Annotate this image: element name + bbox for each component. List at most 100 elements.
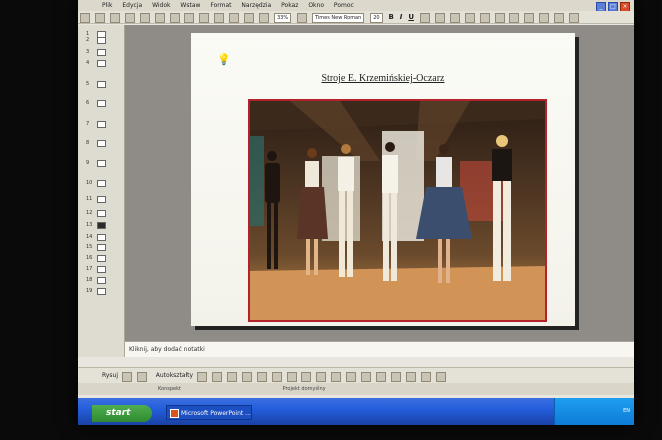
cut-icon[interactable] — [169, 13, 180, 23]
oval-icon[interactable] — [241, 372, 252, 382]
undo-icon[interactable] — [214, 13, 225, 23]
slide-thumbnail-icon[interactable] — [97, 210, 106, 217]
arrow-icon[interactable] — [211, 372, 222, 382]
slide-canvas[interactable]: 💡 Stroje E. Krzemińskiej-Oczarz — [191, 33, 575, 326]
slide-thumbnail-icon[interactable] — [97, 255, 106, 262]
language-indicator[interactable]: EN — [623, 408, 630, 414]
italic-button[interactable]: I — [400, 13, 403, 22]
bullets-icon[interactable] — [494, 13, 505, 23]
menu-insert[interactable]: Wstaw — [180, 2, 200, 9]
shadow-style-icon[interactable] — [420, 372, 431, 382]
bold-button[interactable]: B — [389, 13, 394, 22]
copy-icon[interactable] — [184, 13, 195, 23]
paste-icon[interactable] — [199, 13, 210, 23]
slide-number: 14 — [86, 234, 93, 240]
align-left-icon[interactable] — [434, 13, 445, 23]
zoom-select[interactable]: 33% — [273, 13, 292, 23]
menu-format[interactable]: Format — [210, 2, 231, 9]
slide-thumbnail-icon[interactable] — [97, 277, 106, 284]
slide-thumbnail-icon[interactable] — [97, 121, 106, 128]
fashion-show-photo[interactable] — [248, 99, 547, 322]
slide-thumbnail-icon[interactable] — [97, 49, 106, 56]
slide-number: 2 — [86, 37, 90, 43]
photo-scene — [250, 101, 545, 320]
spellcheck-icon[interactable] — [154, 13, 165, 23]
menu-slideshow[interactable]: Pokaz — [281, 2, 298, 9]
menu-file[interactable]: Plik — [102, 2, 112, 9]
clipart-icon[interactable] — [301, 372, 312, 382]
save-icon[interactable] — [109, 13, 120, 23]
slide-title[interactable]: Stroje E. Krzemińskiej-Oczarz — [191, 73, 575, 84]
picture-icon[interactable] — [316, 372, 327, 382]
start-button[interactable]: start — [92, 405, 152, 422]
slide-number: 8 — [86, 140, 90, 146]
taskbar-item-powerpoint[interactable]: Microsoft PowerPoint ... — [166, 405, 252, 420]
chart-icon[interactable] — [244, 13, 255, 23]
slide-thumbnail-icon[interactable] — [97, 160, 106, 167]
slide-thumbnail-icon[interactable] — [97, 81, 106, 88]
slide-thumbnail-icon[interactable] — [97, 140, 106, 147]
formatting-toolbar: 33% Times New Roman 20 B I U — [78, 11, 634, 24]
design-icon[interactable] — [554, 13, 565, 23]
shadow-icon[interactable] — [419, 13, 430, 23]
align-right-icon[interactable] — [464, 13, 475, 23]
help-icon[interactable] — [297, 13, 308, 23]
line-style-icon[interactable] — [376, 372, 387, 382]
align-center-icon[interactable] — [449, 13, 460, 23]
font-size-select[interactable]: 20 — [370, 13, 383, 23]
outline-tab[interactable]: Konspekt — [158, 386, 181, 392]
textbox-icon[interactable] — [256, 372, 267, 382]
line-color-icon[interactable] — [346, 372, 357, 382]
new-icon[interactable] — [80, 13, 90, 23]
increase-font-icon[interactable] — [509, 13, 520, 23]
slide-thumbnail-icon[interactable] — [97, 266, 106, 273]
slide-thumbnail-icon[interactable] — [97, 196, 106, 203]
draw-menu[interactable]: Rysuj — [102, 372, 118, 379]
slide-number: 16 — [86, 255, 93, 261]
autoshapes-menu[interactable]: Autokształty — [156, 372, 193, 379]
underline-button[interactable]: U — [408, 13, 414, 22]
print-icon[interactable] — [124, 13, 135, 23]
table-icon[interactable] — [259, 13, 270, 23]
slide-thumbnail-icon[interactable] — [97, 234, 106, 241]
select-pointer-icon[interactable] — [121, 372, 132, 382]
slide-thumbnail-icon[interactable] — [97, 37, 106, 44]
notes-field[interactable]: Kliknij, aby dodać notatki — [125, 341, 634, 357]
dash-style-icon[interactable] — [391, 372, 401, 382]
font-color-draw-icon[interactable] — [361, 372, 372, 382]
menu-edit[interactable]: Edycja — [122, 2, 142, 9]
status-bar: Konspekt Projekt domyślny — [78, 383, 634, 395]
slide-number: 10 — [86, 180, 93, 186]
taskbar-item-label: Microsoft PowerPoint ... — [181, 410, 251, 417]
slide-thumbnail-icon[interactable] — [97, 100, 106, 107]
arrow-style-icon[interactable] — [405, 372, 416, 382]
slide-thumbnail-icon[interactable] — [97, 180, 106, 187]
open-icon[interactable] — [94, 13, 105, 23]
menu-tools[interactable]: Narzędzia — [241, 2, 271, 9]
slide-number: 9 — [86, 160, 90, 166]
slide-thumbnail-icon[interactable] — [97, 222, 106, 229]
decrease-font-icon[interactable] — [524, 13, 535, 23]
font-color-icon[interactable] — [539, 13, 550, 23]
lightbulb-icon[interactable]: 💡 — [217, 53, 231, 66]
slide-number: 11 — [86, 196, 93, 202]
preview-icon[interactable] — [139, 13, 150, 23]
rectangle-icon[interactable] — [226, 372, 237, 382]
menu-window[interactable]: Okno — [308, 2, 324, 9]
line-icon[interactable] — [197, 372, 208, 382]
diagram-icon[interactable] — [286, 372, 297, 382]
menu-help[interactable]: Pomoc — [334, 2, 354, 9]
menu-view[interactable]: Widok — [152, 2, 170, 9]
slide-number: 12 — [86, 210, 93, 216]
font-name-select[interactable]: Times New Roman — [311, 13, 365, 23]
redo-icon[interactable] — [229, 13, 240, 23]
slide-thumbnail-icon[interactable] — [97, 244, 106, 251]
slide-thumbnail-icon[interactable] — [97, 60, 106, 67]
fill-color-icon[interactable] — [331, 372, 342, 382]
new-slide-icon[interactable] — [569, 13, 580, 23]
wordart-icon[interactable] — [271, 372, 282, 382]
slide-thumbnail-icon[interactable] — [97, 288, 106, 295]
rotate-icon[interactable] — [136, 372, 147, 382]
numbering-icon[interactable] — [479, 13, 490, 23]
3d-style-icon[interactable] — [435, 372, 446, 382]
